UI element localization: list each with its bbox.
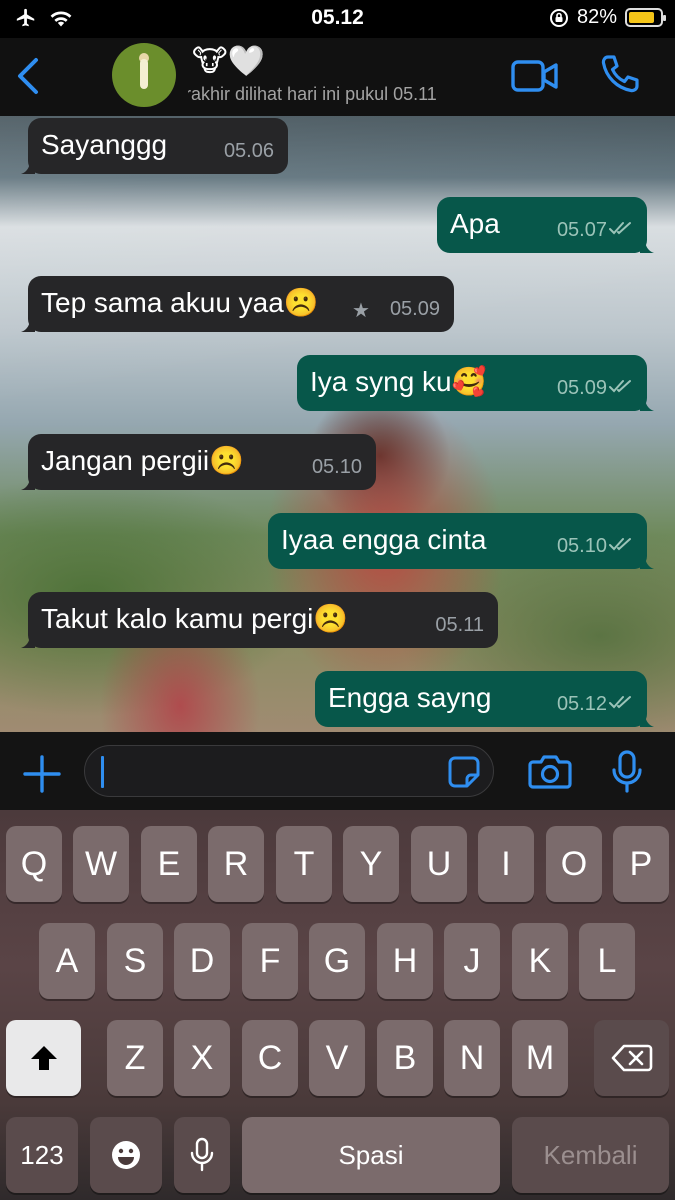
key-d[interactable]: D — [174, 923, 230, 999]
message-time: 05.10 — [556, 535, 607, 557]
read-ticks-icon — [609, 380, 631, 393]
battery-percent: 82% — [576, 6, 617, 28]
key-z[interactable]: Z — [107, 1020, 163, 1096]
key-t[interactable]: T — [276, 826, 332, 902]
message-text: Jangan pergii☹️ — [41, 445, 244, 476]
text-caret — [101, 756, 104, 788]
plus-icon[interactable] — [22, 754, 62, 794]
message-text: Takut kalo kamu pergi☹️ — [41, 603, 349, 634]
chat-area[interactable]: Sayanggg 05.06 Apa 05.07 Tep sama akuu y… — [0, 116, 675, 732]
return-key[interactable]: Kembali — [512, 1117, 669, 1193]
message-outgoing[interactable]: Iya syng ku🥰 05.09 — [297, 355, 654, 411]
key-u[interactable]: U — [411, 826, 467, 902]
key-c[interactable]: C — [242, 1020, 298, 1096]
message-text: Engga sayng — [328, 682, 492, 713]
rotation-lock-icon — [549, 8, 568, 27]
backspace-icon — [611, 1044, 652, 1072]
back-chevron-icon[interactable] — [12, 54, 46, 98]
message-time: 05.09 — [389, 298, 440, 320]
message-input[interactable] — [84, 745, 494, 797]
key-p[interactable]: P — [613, 826, 669, 902]
space-key[interactable]: Spasi — [242, 1117, 500, 1193]
shift-key[interactable] — [6, 1020, 81, 1096]
message-text: Iya syng ku🥰 — [310, 366, 487, 397]
message-text: Iyaa engga cinta — [281, 524, 487, 555]
message-incoming[interactable]: Takut kalo kamu pergi☹️ 05.11 — [21, 592, 498, 648]
key-m[interactable]: M — [512, 1020, 568, 1096]
message-incoming[interactable]: Jangan pergii☹️ 05.10 — [21, 434, 376, 490]
emoji-key[interactable] — [90, 1117, 162, 1193]
battery-fill — [629, 12, 654, 23]
star-icon: ★ — [352, 300, 370, 322]
battery-icon — [625, 8, 666, 27]
key-x[interactable]: X — [174, 1020, 230, 1096]
status-right: 82% — [549, 6, 666, 29]
key-k[interactable]: K — [512, 923, 568, 999]
emoji-icon — [112, 1141, 140, 1169]
key-q[interactable]: Q — [6, 826, 62, 902]
message-text: Apa — [450, 208, 500, 239]
message-time: 05.11 — [435, 614, 484, 636]
key-a[interactable]: A — [39, 923, 95, 999]
read-ticks-icon — [609, 222, 631, 235]
read-ticks-icon — [609, 696, 631, 709]
microphone-icon — [190, 1137, 214, 1172]
key-e[interactable]: E — [141, 826, 197, 902]
message-incoming[interactable]: Sayanggg 05.06 — [21, 118, 288, 174]
chat-header: 🐮🤍 Terakhir dilihat hari ini pukul 05.11 — [0, 38, 675, 116]
key-w[interactable]: W — [73, 826, 129, 902]
key-y[interactable]: Y — [343, 826, 399, 902]
message-time: 05.07 — [556, 219, 607, 241]
numbers-key[interactable]: 123 — [6, 1117, 78, 1193]
camera-icon[interactable] — [528, 752, 572, 790]
message-outgoing[interactable]: Engga sayng 05.12 — [315, 671, 654, 727]
key-v[interactable]: V — [309, 1020, 365, 1096]
avatar[interactable] — [112, 43, 176, 107]
message-incoming[interactable]: Tep sama akuu yaa☹️ ★ 05.09 — [21, 276, 454, 332]
message-outgoing[interactable]: Iyaa engga cinta 05.10 — [268, 513, 654, 569]
key-l[interactable]: L — [579, 923, 635, 999]
key-j[interactable]: J — [444, 923, 500, 999]
key-g[interactable]: G — [309, 923, 365, 999]
message-text: Sayanggg — [41, 129, 168, 160]
status-bar: 05.12 82% — [0, 0, 675, 38]
key-i[interactable]: I — [478, 826, 534, 902]
read-ticks-icon — [609, 538, 631, 551]
contact-last-seen: Terakhir dilihat hari ini pukul 05.11 — [188, 84, 437, 104]
phone-call-icon[interactable] — [598, 52, 642, 96]
message-time: 05.06 — [223, 140, 274, 162]
message-composer — [0, 732, 675, 810]
sticker-icon[interactable] — [447, 755, 481, 789]
message-time: 05.12 — [556, 693, 607, 715]
contact-name[interactable]: 🐮🤍 — [192, 42, 265, 82]
key-o[interactable]: O — [546, 826, 602, 902]
key-s[interactable]: S — [107, 923, 163, 999]
message-time: 05.10 — [311, 456, 362, 478]
key-f[interactable]: F — [242, 923, 298, 999]
message-time: 05.09 — [556, 377, 607, 399]
key-r[interactable]: R — [208, 826, 264, 902]
shift-arrow-icon — [30, 1046, 57, 1070]
key-b[interactable]: B — [377, 1020, 433, 1096]
message-outgoing[interactable]: Apa 05.07 — [437, 197, 654, 253]
key-n[interactable]: N — [444, 1020, 500, 1096]
key-h[interactable]: H — [377, 923, 433, 999]
keyboard: Q W E R T Y U I O P A S D F G H J K L Z … — [0, 810, 675, 1200]
dictation-key[interactable] — [174, 1117, 230, 1193]
delete-key[interactable] — [594, 1020, 669, 1096]
message-text: Tep sama akuu yaa☹️ — [41, 287, 319, 318]
video-call-icon[interactable] — [510, 56, 560, 96]
microphone-icon[interactable] — [610, 750, 644, 794]
